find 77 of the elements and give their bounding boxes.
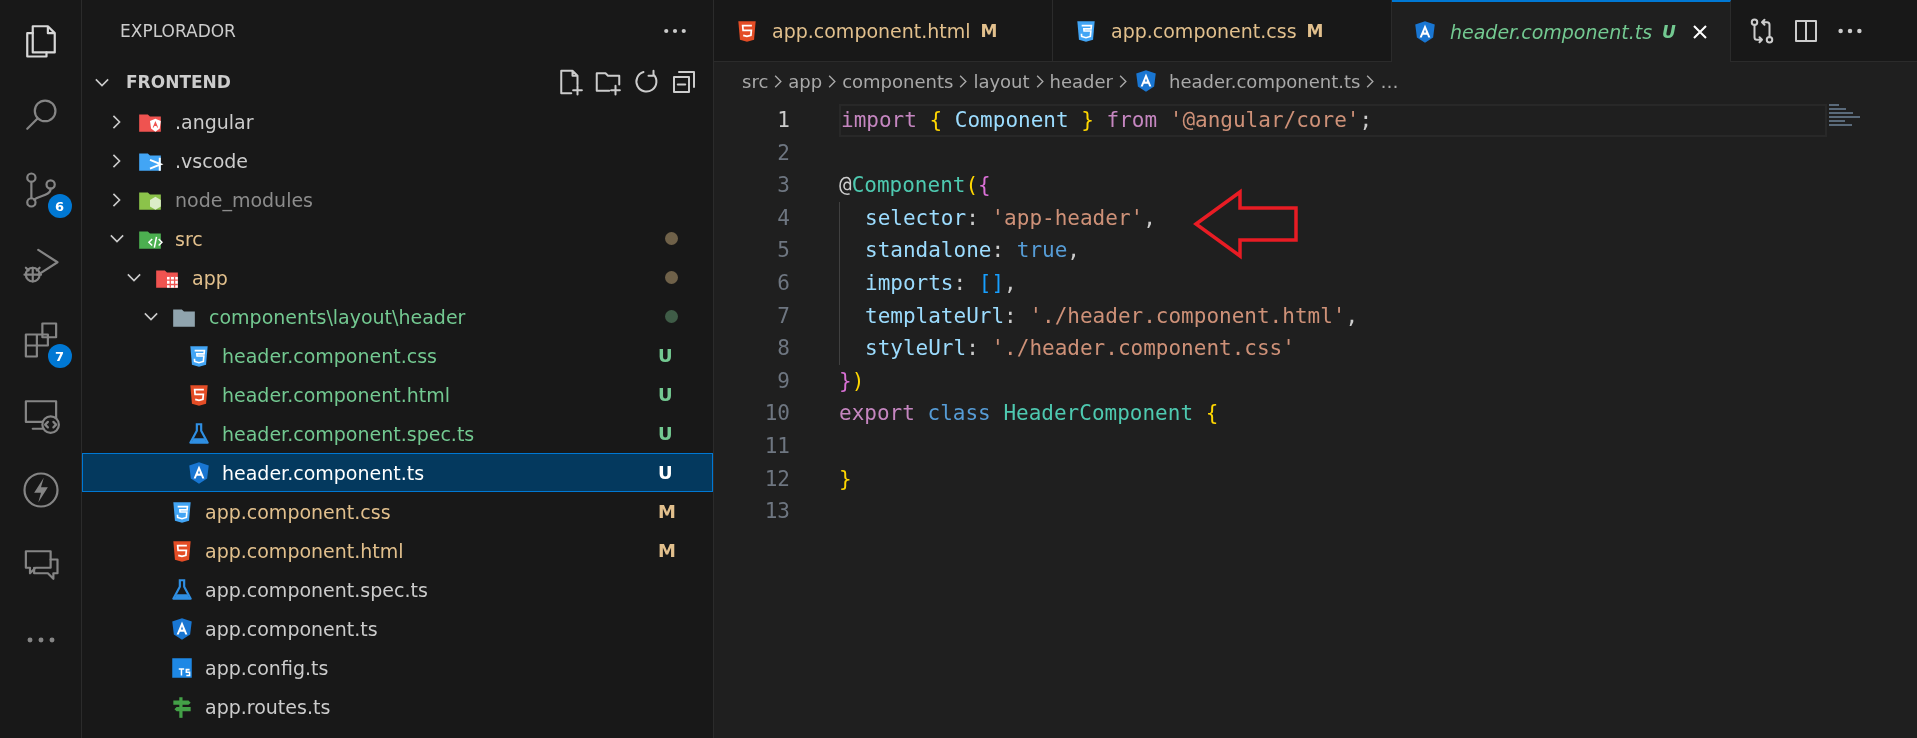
tree-item[interactable]: header.component.spec.ts U (82, 414, 713, 453)
chevron-right-icon[interactable] (112, 114, 121, 129)
tree-item[interactable]: header.component.css U (82, 336, 713, 375)
line-number: 4 (776, 204, 790, 232)
line-number: 2 (776, 139, 790, 167)
flask-icon (186, 420, 212, 447)
line-number: 3 (776, 172, 790, 200)
chevron-right-icon[interactable] (112, 192, 121, 207)
chevron-right-icon (1366, 74, 1375, 88)
git-status: U (658, 384, 674, 405)
count-badge: 7 (47, 344, 72, 368)
tree-item[interactable]: app.config.ts (82, 648, 713, 687)
tree-item[interactable]: components\layout\header (82, 297, 713, 336)
line-number: 8 (776, 335, 790, 363)
code-line: @Component({ (839, 172, 991, 200)
chevron-down-icon[interactable] (127, 273, 141, 282)
line-number: 5 (776, 237, 790, 265)
count-badge: 6 (47, 194, 72, 218)
chevron-down-icon[interactable] (144, 312, 158, 321)
code-line: import { Component } from '@angular/core'; (841, 107, 1373, 134)
git-status: U (658, 423, 674, 444)
breadcrumb[interactable]: components (842, 70, 954, 92)
tree-item[interactable]: app.component.spec.ts (82, 570, 713, 609)
line-number: 1 (776, 107, 790, 134)
tree-item[interactable]: .vscode (82, 141, 713, 180)
breadcrumb[interactable]: src (742, 70, 769, 92)
line-number: 9 (776, 367, 790, 395)
breadcrumb[interactable]: app (788, 70, 823, 92)
git-status: M (658, 501, 677, 522)
tree-item[interactable]: app.component.html M (82, 531, 713, 570)
git-status: M (658, 540, 677, 561)
code-line: standalone: true, (865, 237, 1080, 265)
tree-item[interactable]: app.routes.ts (82, 687, 713, 726)
code-line: imports: [], (865, 269, 1017, 297)
code-line: export class HeaderComponent { (839, 400, 1219, 428)
tree-item[interactable]: .angular (82, 102, 713, 141)
git-status: U (658, 462, 674, 483)
code-line: templateUrl: './header.component.html', (865, 302, 1359, 330)
line-number: 7 (776, 302, 790, 330)
line-number: 13 (763, 498, 790, 526)
code-line: }) (839, 367, 865, 395)
angular-file-icon (1133, 68, 1159, 94)
chevron-right-icon[interactable] (112, 153, 121, 168)
chevron-right-icon (1035, 74, 1044, 88)
chevron-right-icon (774, 74, 783, 88)
angular-file-icon (1412, 19, 1438, 45)
chevron-right-icon (1119, 74, 1127, 88)
chevron-right-icon (959, 74, 968, 88)
code-line: selector: 'app-header', (865, 204, 1156, 232)
breadcrumb[interactable]: header (1049, 70, 1113, 92)
code-line: } (839, 465, 852, 493)
line-number: 10 (763, 400, 790, 428)
chevron-right-icon (828, 74, 837, 88)
tree-item[interactable]: app.component.ts (82, 609, 713, 648)
section-title[interactable]: FRONTEND (126, 72, 231, 92)
line-number: 12 (763, 465, 790, 493)
code-line: styleUrl: './header.component.css' (865, 335, 1295, 363)
chevron-down-icon[interactable] (110, 234, 124, 243)
breadcrumb[interactable]: … (1380, 70, 1399, 92)
git-status: U (658, 345, 674, 366)
tree-item[interactable]: src (82, 219, 713, 258)
line-number: 6 (776, 269, 790, 297)
editor-tab[interactable]: header.component.ts U (1392, 0, 1731, 62)
tree-item[interactable]: app (82, 258, 713, 297)
angular-file-icon (186, 459, 212, 486)
tree-item[interactable]: app.component.css M (82, 492, 713, 531)
tree-item[interactable]: node_modules (82, 180, 713, 219)
breadcrumb[interactable]: header.component.ts (1169, 70, 1361, 92)
tree-item[interactable]: header.component.html U (82, 375, 713, 414)
panel-title: EXPLORADOR (120, 21, 236, 41)
editor-tab[interactable]: app.component.html M (714, 0, 1053, 61)
chevron-down-icon[interactable] (95, 77, 109, 87)
line-number: 11 (763, 432, 790, 460)
breadcrumb[interactable]: layout (973, 70, 1030, 92)
flask-icon (169, 576, 195, 603)
angular-file-icon (169, 615, 195, 642)
tree-item[interactable]: header.component.ts U (82, 453, 713, 492)
